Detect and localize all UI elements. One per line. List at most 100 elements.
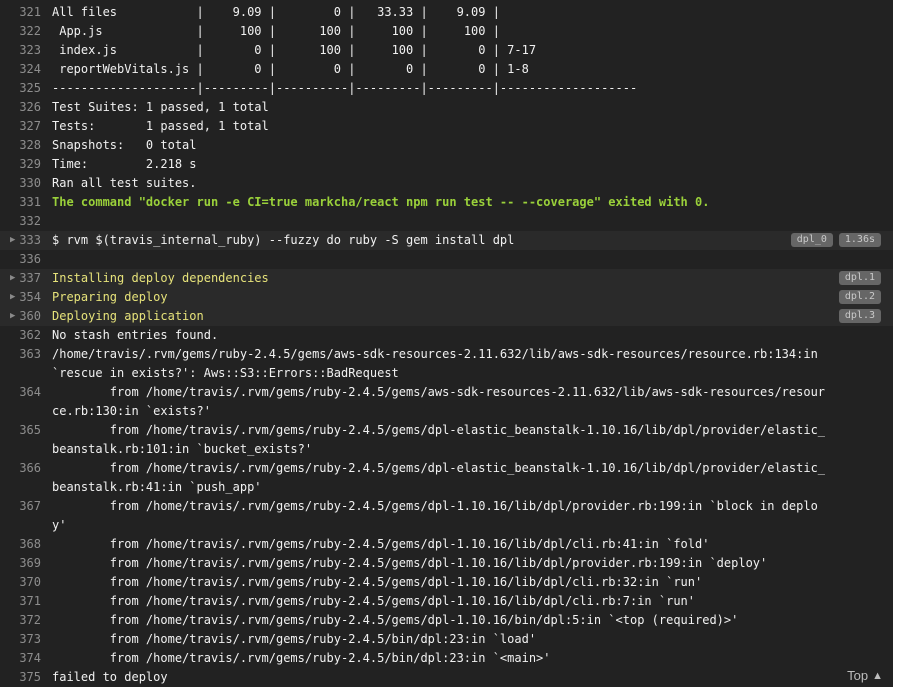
caret-right-icon: ▶: [10, 311, 16, 321]
arrow-up-icon: ▲: [872, 669, 883, 682]
line-number[interactable]: 370: [0, 573, 52, 592]
line-number[interactable]: 372: [0, 611, 52, 630]
line-number[interactable]: 329: [0, 155, 52, 174]
line-text: failed to deploy: [52, 670, 168, 684]
log-line: 364 from /home/travis/.rvm/gems/ruby-2.4…: [0, 383, 893, 421]
line-number[interactable]: 336: [0, 250, 52, 269]
line-text: Ran all test suites.: [52, 176, 197, 190]
line-number[interactable]: 331: [0, 193, 52, 212]
log-line: 328 Snapshots: 0 total: [0, 136, 893, 155]
caret-right-icon: ▶: [10, 235, 16, 245]
line-text: No stash entries found.: [52, 328, 219, 342]
line-text: from /home/travis/.rvm/gems/ruby-2.4.5/b…: [52, 632, 537, 646]
line-text: Deploying application: [52, 309, 204, 323]
log-line: 336: [0, 250, 893, 269]
line-text: The command "docker run -e CI=true markc…: [52, 195, 710, 209]
log-line: 366 from /home/travis/.rvm/gems/ruby-2.4…: [0, 459, 893, 497]
line-number[interactable]: 321: [0, 3, 52, 22]
fold-badge: dpl_0: [790, 233, 833, 247]
log-lines: 321 All files | 9.09 | 0 | 33.33 | 9.09 |…: [0, 3, 893, 687]
line-number[interactable]: 368: [0, 535, 52, 554]
fold-badges: dpl_0 1.36s: [790, 233, 881, 247]
line-number[interactable]: 322: [0, 22, 52, 41]
line-text: All files | 9.09 | 0 | 33.33 | 9.09 |: [52, 5, 500, 19]
line-number[interactable]: 375: [0, 668, 52, 687]
log-line: 373 from /home/travis/.rvm/gems/ruby-2.4…: [0, 630, 893, 649]
line-number[interactable]: 374: [0, 649, 52, 668]
log-line-success: 331 The command "docker run -e CI=true ma…: [0, 193, 893, 212]
log-line: 327 Tests: 1 passed, 1 total: [0, 117, 893, 136]
build-log: 321 All files | 9.09 | 0 | 33.33 | 9.09 |…: [0, 0, 893, 687]
line-number[interactable]: 364: [0, 383, 52, 402]
scroll-top-link[interactable]: Top ▲: [847, 668, 883, 683]
line-number[interactable]: 330: [0, 174, 52, 193]
log-line: 372 from /home/travis/.rvm/gems/ruby-2.4…: [0, 611, 893, 630]
line-number[interactable]: 369: [0, 554, 52, 573]
scrollbar[interactable]: [893, 0, 901, 687]
log-line: 330 Ran all test suites.: [0, 174, 893, 193]
caret-right-icon: ▶: [10, 292, 16, 302]
line-number[interactable]: 363: [0, 345, 52, 364]
line-text: from /home/travis/.rvm/gems/ruby-2.4.5/g…: [52, 423, 826, 456]
line-number[interactable]: 326: [0, 98, 52, 117]
log-line: 374 from /home/travis/.rvm/gems/ruby-2.4…: [0, 649, 893, 668]
line-number[interactable]: 328: [0, 136, 52, 155]
log-line: 322 App.js | 100 | 100 | 100 | 100 |: [0, 22, 893, 41]
log-line: 325 --------------------|---------|------…: [0, 79, 893, 98]
line-number[interactable]: 365: [0, 421, 52, 440]
line-text: from /home/travis/.rvm/gems/ruby-2.4.5/g…: [52, 537, 710, 551]
fold-badge: dpl.2: [838, 290, 881, 304]
fold-deploying-application[interactable]: ▶ 360 Deploying application dpl.3: [0, 307, 893, 326]
log-line: 329 Time: 2.218 s: [0, 155, 893, 174]
line-text: Test Suites: 1 passed, 1 total: [52, 100, 269, 114]
log-line: 370 from /home/travis/.rvm/gems/ruby-2.4…: [0, 573, 893, 592]
line-number[interactable]: 323: [0, 41, 52, 60]
line-text: from /home/travis/.rvm/gems/ruby-2.4.5/g…: [52, 594, 695, 608]
line-number[interactable]: 366: [0, 459, 52, 478]
line-number[interactable]: 325: [0, 79, 52, 98]
line-number[interactable]: 373: [0, 630, 52, 649]
line-text: $ rvm $(travis_internal_ruby) --fuzzy do…: [52, 233, 515, 247]
line-number[interactable]: 333: [0, 231, 52, 250]
line-text: /home/travis/.rvm/gems/ruby-2.4.5/gems/a…: [52, 347, 826, 380]
fold-install-dpl[interactable]: ▶ 333 $ rvm $(travis_internal_ruby) --fu…: [0, 231, 893, 250]
line-number[interactable]: 327: [0, 117, 52, 136]
log-line: 321 All files | 9.09 | 0 | 33.33 | 9.09 |: [0, 3, 893, 22]
line-text: Snapshots: 0 total: [52, 138, 197, 152]
fold-deploy-dependencies[interactable]: ▶ 337 Installing deploy dependencies dpl…: [0, 269, 893, 288]
log-line: 365 from /home/travis/.rvm/gems/ruby-2.4…: [0, 421, 893, 459]
log-line: 323 index.js | 0 | 100 | 100 | 0 | 7-17: [0, 41, 893, 60]
log-line: 368 from /home/travis/.rvm/gems/ruby-2.4…: [0, 535, 893, 554]
line-text: from /home/travis/.rvm/gems/ruby-2.4.5/g…: [52, 499, 818, 532]
line-text: from /home/travis/.rvm/gems/ruby-2.4.5/g…: [52, 575, 703, 589]
line-number[interactable]: 360: [0, 307, 52, 326]
fold-badge: dpl.3: [838, 309, 881, 323]
log-line: 362 No stash entries found.: [0, 326, 893, 345]
line-text: from /home/travis/.rvm/gems/ruby-2.4.5/g…: [52, 556, 768, 570]
line-number[interactable]: 354: [0, 288, 52, 307]
fold-badge: dpl.1: [838, 271, 881, 285]
fold-badges: dpl.2: [838, 290, 881, 304]
caret-right-icon: ▶: [10, 273, 16, 283]
log-line: 371 from /home/travis/.rvm/gems/ruby-2.4…: [0, 592, 893, 611]
line-text: Tests: 1 passed, 1 total: [52, 119, 269, 133]
line-number[interactable]: 371: [0, 592, 52, 611]
line-text: reportWebVitals.js | 0 | 0 | 0 | 0 | 1-8: [52, 62, 529, 76]
fold-preparing-deploy[interactable]: ▶ 354 Preparing deploy dpl.2: [0, 288, 893, 307]
log-line: 367 from /home/travis/.rvm/gems/ruby-2.4…: [0, 497, 893, 535]
line-text: Preparing deploy: [52, 290, 168, 304]
line-text: from /home/travis/.rvm/gems/ruby-2.4.5/g…: [52, 385, 826, 418]
line-number[interactable]: 324: [0, 60, 52, 79]
log-line: 363/home/travis/.rvm/gems/ruby-2.4.5/gem…: [0, 345, 893, 383]
line-number[interactable]: 332: [0, 212, 52, 231]
log-line: 326 Test Suites: 1 passed, 1 total: [0, 98, 893, 117]
line-text: from /home/travis/.rvm/gems/ruby-2.4.5/g…: [52, 613, 739, 627]
log-line: 375 failed to deploy: [0, 668, 893, 687]
line-number[interactable]: 362: [0, 326, 52, 345]
line-number[interactable]: 367: [0, 497, 52, 516]
line-number[interactable]: 337: [0, 269, 52, 288]
line-text: from /home/travis/.rvm/gems/ruby-2.4.5/b…: [52, 651, 551, 665]
log-line: 369 from /home/travis/.rvm/gems/ruby-2.4…: [0, 554, 893, 573]
log-line: 332: [0, 212, 893, 231]
line-text: index.js | 0 | 100 | 100 | 0 | 7-17: [52, 43, 537, 57]
